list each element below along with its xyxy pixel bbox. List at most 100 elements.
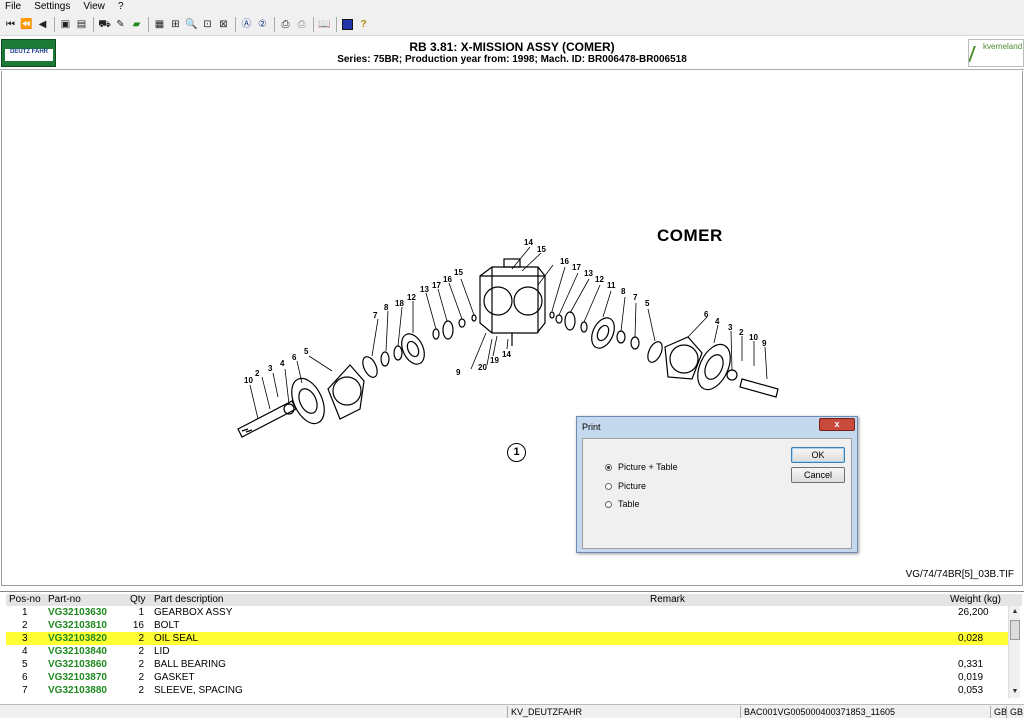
part-label[interactable]: 2: [739, 328, 743, 337]
cell-part[interactable]: VG32103810: [48, 619, 128, 632]
table-row[interactable]: 6 VG32103870 2 GASKET 0,019: [6, 671, 1008, 684]
col-header-desc[interactable]: Part description: [154, 594, 648, 606]
screen-icon[interactable]: [341, 18, 354, 31]
note-icon[interactable]: ✎: [114, 18, 127, 31]
radio-unselected-icon[interactable]: [605, 482, 612, 490]
table-row[interactable]: 1 VG32103630 1 GEARBOX ASSY 26,200: [6, 606, 1008, 619]
part-label[interactable]: 8: [384, 303, 388, 312]
notepad-icon[interactable]: ▰: [130, 18, 143, 31]
part-label[interactable]: 3: [268, 364, 272, 373]
zoom-icon[interactable]: 🔍: [185, 18, 198, 31]
cart-icon[interactable]: ⛟: [98, 18, 111, 31]
part-label[interactable]: 16: [443, 275, 452, 284]
part-label[interactable]: 14: [524, 238, 533, 247]
ok-button[interactable]: OK: [791, 447, 845, 463]
page-back-icon[interactable]: ▣: [59, 18, 72, 31]
part-label[interactable]: 16: [560, 257, 569, 266]
image-icon[interactable]: ▦: [153, 18, 166, 31]
part-label[interactable]: 5: [645, 299, 649, 308]
cell-part[interactable]: VG32103870: [48, 671, 128, 684]
table-row[interactable]: 2 VG32103810 16 BOLT: [6, 619, 1008, 632]
fit-icon[interactable]: ⊡: [201, 18, 214, 31]
part-label[interactable]: 8: [621, 287, 625, 296]
table-row[interactable]: 5 VG32103860 2 BALL BEARING 0,331: [6, 658, 1008, 671]
reset-zoom-icon[interactable]: ⊠: [217, 18, 230, 31]
cell-part[interactable]: VG32103630: [48, 606, 128, 619]
part-label[interactable]: 9: [456, 368, 460, 377]
radio-picture-table[interactable]: Picture + Table: [605, 462, 678, 472]
radio-picture[interactable]: Picture: [605, 481, 646, 491]
scroll-down-icon[interactable]: ▼: [1009, 686, 1021, 698]
part-label[interactable]: 12: [595, 275, 604, 284]
part-label[interactable]: 15: [454, 268, 463, 277]
col-header-qty[interactable]: Qty: [130, 594, 148, 606]
cell-remark: [650, 619, 946, 632]
part-label[interactable]: 4: [280, 359, 284, 368]
part-label[interactable]: 3: [728, 323, 732, 332]
cell-part[interactable]: VG32103860: [48, 658, 128, 671]
cell-part[interactable]: VG32103840: [48, 645, 128, 658]
part-label[interactable]: 7: [633, 293, 637, 302]
cell-pos: 4: [22, 646, 28, 657]
part-label[interactable]: 10: [244, 376, 253, 385]
radio-selected-icon[interactable]: [605, 463, 612, 471]
menu-view[interactable]: View: [78, 0, 110, 14]
menu-file[interactable]: File: [0, 0, 26, 14]
part-label[interactable]: 2: [255, 369, 259, 378]
scroll-up-icon[interactable]: ▲: [1009, 606, 1021, 618]
col-header-part[interactable]: Part-no: [48, 594, 128, 606]
cell-remark: [650, 671, 946, 684]
part-label[interactable]: 15: [537, 245, 546, 254]
part-label[interactable]: 17: [572, 263, 581, 272]
cell-part[interactable]: VG32103880: [48, 684, 128, 697]
col-header-pos[interactable]: Pos-no: [9, 594, 45, 606]
part-label[interactable]: 6: [704, 310, 708, 319]
part-label[interactable]: 19: [490, 356, 499, 365]
menu-help[interactable]: ?: [113, 0, 129, 14]
radio-table[interactable]: Table: [605, 499, 640, 509]
part-label[interactable]: 10: [749, 333, 758, 342]
print-icon[interactable]: ⎙: [279, 18, 292, 31]
part-label[interactable]: 7: [373, 311, 377, 320]
previous-icon[interactable]: ◀: [36, 18, 49, 31]
part-label[interactable]: 17: [432, 281, 441, 290]
table-row-selected[interactable]: 3 VG32103820 2 OIL SEAL 0,028: [6, 632, 1008, 645]
exploded-view-drawing[interactable]: 14 15 16 17 13 12 11 8 7 5 6 4 3 2 10 9 …: [1, 71, 1023, 586]
part-label[interactable]: 14: [502, 350, 511, 359]
help-icon[interactable]: ?: [357, 18, 370, 31]
part-label[interactable]: 12: [407, 293, 416, 302]
dialog-close-button[interactable]: x: [819, 418, 855, 431]
part-label[interactable]: 13: [584, 269, 593, 278]
first-page-icon[interactable]: ⏮: [4, 18, 17, 31]
col-header-weight[interactable]: Weight (kg): [950, 594, 1016, 606]
previous-group-icon[interactable]: ⏪: [20, 18, 33, 31]
part-label[interactable]: 20: [478, 363, 487, 372]
table-scrollbar[interactable]: ▲ ▼: [1008, 606, 1020, 698]
book-icon[interactable]: 📖: [318, 18, 331, 31]
part-label[interactable]: 5: [304, 347, 308, 356]
page-forward-icon[interactable]: ▤: [75, 18, 88, 31]
part-label[interactable]: 18: [395, 299, 404, 308]
scroll-thumb[interactable]: [1010, 620, 1020, 640]
part-label[interactable]: 13: [420, 285, 429, 294]
part-label[interactable]: 9: [762, 339, 766, 348]
radio-unselected-icon[interactable]: [605, 500, 612, 508]
leaf-icon: [969, 46, 984, 62]
part-label[interactable]: 6: [292, 353, 296, 362]
search-2-icon[interactable]: ②: [256, 18, 269, 31]
part-label[interactable]: 11: [607, 281, 615, 290]
enlarge-icon[interactable]: ⊞: [169, 18, 182, 31]
col-header-remark[interactable]: Remark: [650, 594, 948, 606]
search-a-icon[interactable]: Ⓐ: [240, 18, 253, 31]
callout-badge[interactable]: 1: [507, 443, 526, 462]
cell-part[interactable]: VG32103820: [48, 632, 128, 645]
cell-remark: [650, 684, 946, 697]
part-label[interactable]: 4: [715, 317, 719, 326]
print-preview-icon[interactable]: ⎙: [295, 18, 308, 31]
table-row[interactable]: 4 VG32103840 2 LID: [6, 645, 1008, 658]
table-row[interactable]: 7 VG32103880 2 SLEEVE, SPACING 0,053: [6, 684, 1008, 697]
print-dialog: Print x Picture + Table Picture Table OK…: [576, 416, 858, 553]
cancel-button[interactable]: Cancel: [791, 467, 845, 483]
toolbar-separator: [235, 17, 236, 32]
menu-settings[interactable]: Settings: [29, 0, 75, 14]
